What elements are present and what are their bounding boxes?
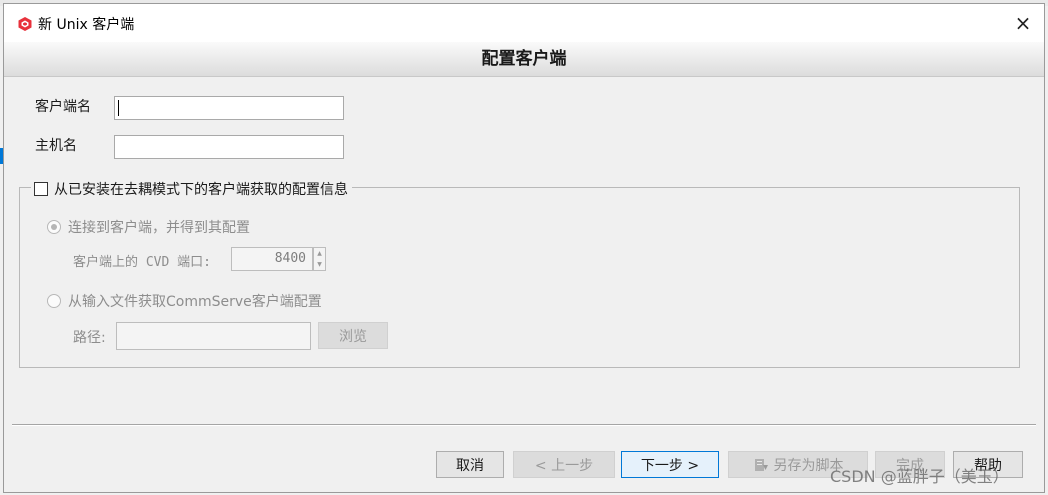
client-name-label: 客户端名: [35, 99, 91, 115]
hostname-input[interactable]: [114, 135, 344, 159]
client-name-input[interactable]: [114, 96, 344, 120]
spin-down-icon[interactable]: ▼: [314, 259, 325, 270]
title-bar: 新 Unix 客户端 ×: [4, 4, 1044, 42]
decoupled-config-checkbox-label[interactable]: 从已安装在去耦模式下的客户端获取的配置信息: [54, 179, 348, 199]
path-label: 路径:: [73, 330, 106, 346]
cvd-port-label: 客户端上的 CVD 端口:: [73, 255, 211, 270]
window-title: 新 Unix 客户端: [38, 17, 135, 33]
hostname-label: 主机名: [35, 138, 77, 154]
csdn-watermark: CSDN @蓝胖子（美玉）: [830, 467, 1009, 486]
close-button[interactable]: ×: [1010, 10, 1036, 36]
new-unix-client-dialog: 新 Unix 客户端 × 配置客户端 客户端名 主机名 从已安装在去耦模式下的客…: [3, 3, 1045, 493]
path-input[interactable]: [116, 322, 311, 350]
decoupled-config-legend[interactable]: 从已安装在去耦模式下的客户端获取的配置信息: [31, 179, 352, 199]
script-icon: [754, 458, 768, 471]
input-file-radio-label[interactable]: 从输入文件获取CommServe客户端配置: [68, 291, 322, 311]
cvd-port-spinner[interactable]: ▲ ▼: [313, 247, 326, 271]
spin-up-icon[interactable]: ▲: [314, 248, 325, 259]
back-button[interactable]: < 上一步: [513, 451, 615, 478]
browse-button[interactable]: 浏览: [318, 322, 388, 349]
input-file-radio[interactable]: [47, 294, 61, 308]
cancel-button[interactable]: 取消: [436, 451, 504, 478]
page-title: 配置客户端: [4, 42, 1044, 77]
footer-separator-highlight: [12, 425, 1036, 426]
text-caret: [118, 100, 119, 116]
app-logo-icon: [18, 17, 32, 31]
next-button[interactable]: 下一步 >: [621, 451, 719, 478]
cvd-port-input[interactable]: 8400: [231, 247, 313, 271]
connect-client-radio-label[interactable]: 连接到客户端，并得到其配置: [68, 217, 250, 237]
decoupled-config-checkbox[interactable]: [34, 182, 48, 196]
connect-client-radio[interactable]: [47, 220, 61, 234]
